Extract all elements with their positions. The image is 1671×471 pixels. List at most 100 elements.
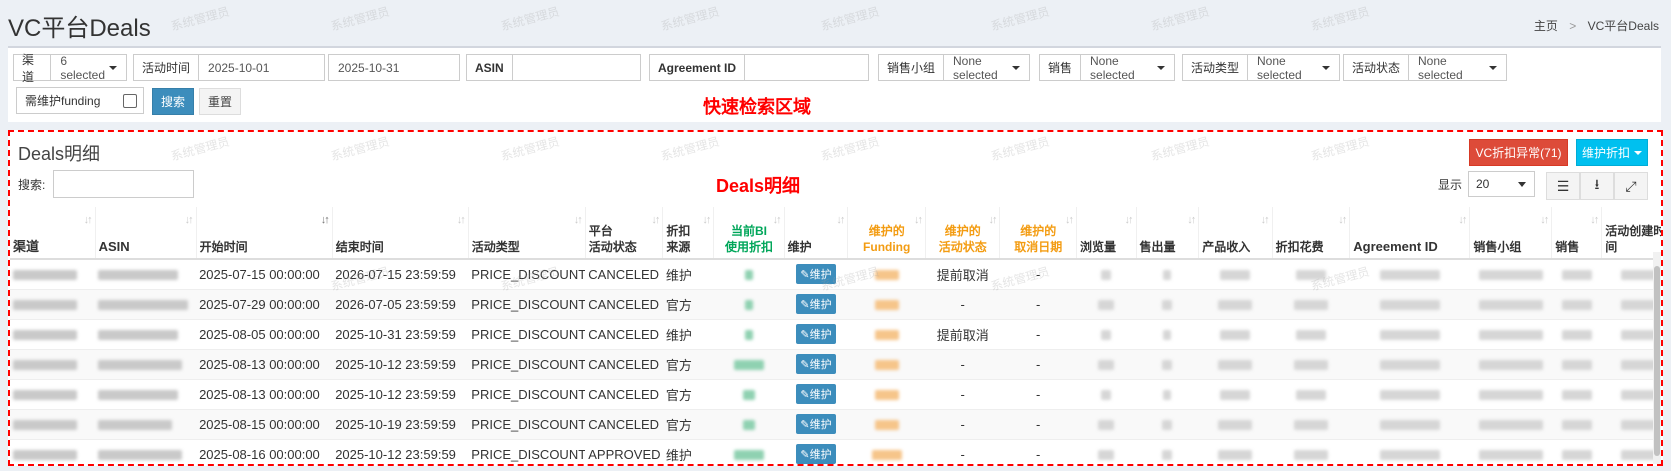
column-header[interactable]: 销售小组 ↓↑	[1469, 207, 1553, 260]
page-size-select[interactable]: 20	[1468, 171, 1535, 197]
table-cell	[1136, 288, 1199, 319]
breadcrumb-home[interactable]: 主页	[1534, 19, 1558, 33]
asin-label: ASIN	[467, 55, 513, 80]
sort-icon[interactable]: ↓↑	[457, 212, 466, 228]
column-header[interactable]: 维护的 Funding ↓↑	[847, 207, 927, 260]
table-cell	[713, 378, 785, 409]
column-header[interactable]: 平台 活动状态 ↓↑	[585, 207, 664, 260]
sort-icon[interactable]: ↓↑	[574, 212, 583, 228]
sales-select[interactable]: None selected	[1081, 54, 1174, 82]
sort-icon[interactable]: ↓↑	[702, 212, 711, 228]
sales-group-select[interactable]: None selected	[944, 54, 1029, 82]
agreement-input[interactable]	[745, 55, 868, 80]
sort-icon[interactable]: ↓↑	[1187, 212, 1196, 228]
table-row[interactable]: 2025-08-16 00:00:00 2025-10-12 23:59:59 PR…	[10, 438, 1661, 464]
watermark-text: 系统管理员	[819, 4, 881, 34]
edit-icon: ✎	[800, 328, 810, 341]
maintain-row-button[interactable]: ✎ 维护	[796, 294, 836, 314]
sort-icon[interactable]: ↓↑	[1540, 212, 1549, 228]
sort-icon[interactable]: ↓↑	[836, 212, 845, 228]
column-header[interactable]: 渠道 ↓↑	[10, 207, 96, 260]
list-icon: ☰	[1556, 177, 1570, 194]
sort-icon[interactable]: ↓↑	[1065, 212, 1074, 228]
channel-select[interactable]: 6 selected	[51, 54, 126, 82]
table-cell	[95, 378, 197, 409]
maintain-row-button[interactable]: ✎ 维护	[796, 414, 836, 434]
column-header[interactable]: 折扣 来源 ↓↑	[662, 207, 715, 260]
table-row[interactable]: 2025-08-13 00:00:00 2025-10-12 23:59:59 PR…	[10, 378, 1661, 409]
sort-icon[interactable]: ↓↑	[1590, 212, 1599, 228]
sort-icon[interactable]: ↓↑	[1125, 212, 1134, 228]
end-date-input[interactable]: 2025-10-31	[328, 54, 460, 81]
sort-icon[interactable]: ↓↑	[185, 212, 194, 228]
reset-button[interactable]: 重置	[199, 88, 241, 115]
column-header[interactable]: 结束时间 ↓↑	[332, 207, 469, 260]
sort-icon[interactable]: ↓↑	[1458, 212, 1467, 228]
column-header-line2: 来源	[666, 240, 691, 254]
table-row[interactable]: 2025-08-13 00:00:00 2025-10-12 23:59:59 PR…	[10, 348, 1661, 379]
maintain-row-button[interactable]: ✎ 维护	[796, 354, 836, 374]
vc-discount-anomaly-button[interactable]: VC折扣异常(71)	[1469, 139, 1568, 166]
sort-icon[interactable]: ↓↑	[84, 212, 93, 228]
column-header[interactable]: 维护的 活动状态 ↓↑	[925, 207, 1001, 260]
sort-icon[interactable]: ↓↑	[1261, 212, 1270, 228]
sort-icon[interactable]: ↓↑	[773, 212, 782, 228]
vertical-scrollbar[interactable]	[1653, 252, 1661, 464]
maintain-row-button[interactable]: ✎ 维护	[796, 324, 836, 344]
table-cell	[1551, 288, 1602, 319]
export-button[interactable]: ⭳	[1580, 172, 1614, 200]
fullscreen-button[interactable]: ⤢	[1614, 172, 1648, 200]
maintain-row-button[interactable]: ✎ 维护	[796, 264, 836, 285]
columns-toggle-button[interactable]: ☰	[1546, 172, 1580, 200]
sort-icon[interactable]: ↓↑	[914, 212, 923, 228]
table-cell	[1076, 258, 1137, 289]
sort-icon[interactable]: ↓↑	[321, 212, 330, 228]
redacted-value	[1561, 420, 1592, 431]
activity-status-select[interactable]: None selected	[1409, 54, 1506, 82]
column-header[interactable]: 当前BI 使用折扣 ↓↑	[713, 207, 785, 260]
redacted-value	[1478, 390, 1543, 401]
column-header[interactable]: 销售 ↓↑	[1551, 207, 1603, 260]
maintain-row-button[interactable]: ✎ 维护	[796, 384, 836, 404]
column-header[interactable]: 售出量 ↓↑	[1136, 207, 1200, 260]
column-header[interactable]: 开始时间 ↓↑	[196, 207, 333, 260]
table-cell	[1198, 348, 1273, 379]
table-search-input[interactable]	[53, 170, 194, 198]
search-button[interactable]: 搜索	[152, 88, 194, 115]
sort-icon[interactable]: ↓↑	[988, 212, 997, 228]
asin-input[interactable]	[513, 55, 640, 80]
column-header[interactable]: 维护 ↓↑	[784, 207, 849, 260]
table-cell	[1469, 378, 1552, 409]
maintain-row-button[interactable]: ✎ 维护	[796, 444, 836, 464]
redacted-value	[13, 390, 77, 401]
table-row[interactable]: 2025-08-15 00:00:00 2025-10-19 23:59:59 PR…	[10, 408, 1661, 439]
sort-icon[interactable]: ↓↑	[651, 212, 660, 228]
column-header-line1	[200, 223, 329, 239]
column-header[interactable]: ASIN ↓↑	[95, 207, 197, 260]
scrollbar-thumb[interactable]	[1654, 266, 1660, 456]
table-row[interactable]: 2025-07-15 00:00:00 2026-07-15 23:59:59 PR…	[10, 258, 1661, 289]
funding-checkbox[interactable]	[123, 93, 137, 108]
column-header[interactable]: 活动类型 ↓↑	[468, 207, 586, 260]
maintain-discount-button[interactable]: 维护折扣	[1576, 139, 1648, 166]
redacted-value	[98, 300, 189, 311]
column-header[interactable]: 浏览量 ↓↑	[1076, 207, 1137, 260]
table-cell: CANCELED	[585, 288, 663, 319]
column-header[interactable]: 维护的 取消日期 ↓↑	[999, 207, 1077, 260]
activity-type-select[interactable]: None selected	[1248, 54, 1339, 82]
table-cell: PRICE_DISCOUNT	[468, 348, 586, 379]
deals-title: Deals明细	[18, 144, 101, 164]
table-cell	[95, 408, 197, 439]
table-cell: PRICE_DISCOUNT	[468, 408, 586, 439]
column-header[interactable]: 折扣花费 ↓↑	[1272, 207, 1351, 260]
column-header[interactable]: Agreement ID ↓↑	[1349, 207, 1471, 260]
redacted-value	[1162, 360, 1173, 371]
start-date-input[interactable]: 2025-10-01	[199, 55, 324, 80]
sort-icon[interactable]: ↓↑	[1338, 212, 1347, 228]
column-header-line1	[1276, 223, 1347, 239]
table-row[interactable]: 2025-08-05 00:00:00 2025-10-31 23:59:59 PR…	[10, 318, 1661, 349]
redacted-value	[1478, 420, 1543, 431]
quick-search-annotation: 快速检索区域	[703, 97, 811, 117]
table-row[interactable]: 2025-07-29 00:00:00 2026-07-05 23:59:59 PR…	[10, 288, 1661, 319]
column-header[interactable]: 产品收入 ↓↑	[1198, 207, 1273, 260]
